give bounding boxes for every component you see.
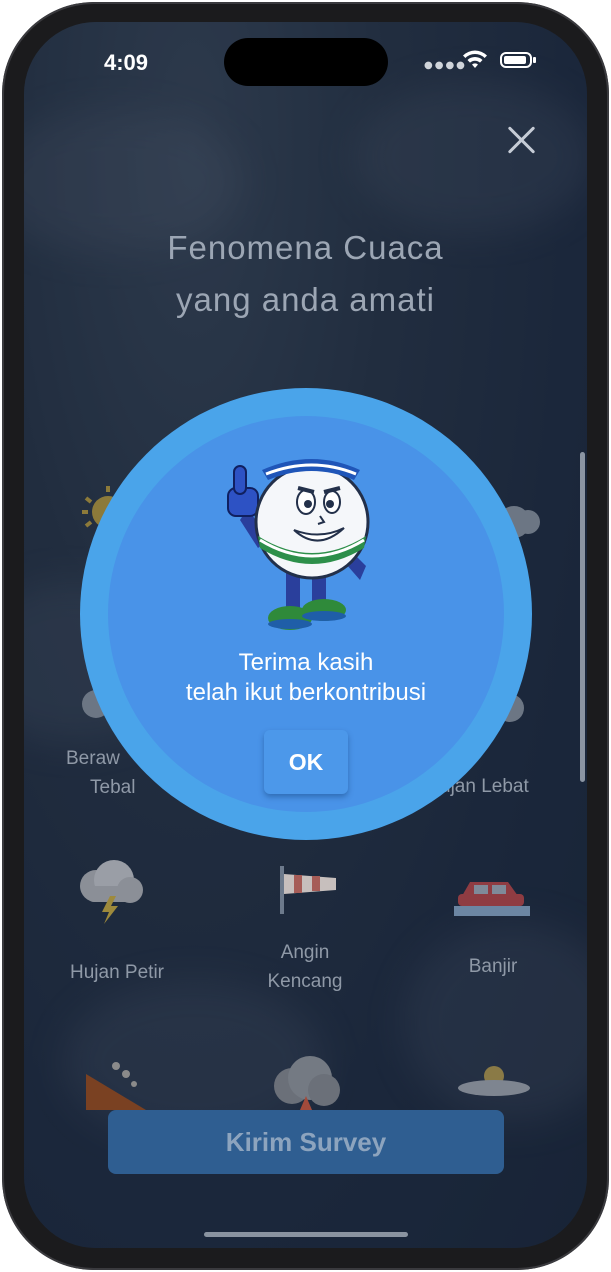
title-line-2: yang anda amati: [175, 281, 435, 318]
home-indicator[interactable]: [204, 1232, 408, 1237]
mascot-thumbs-up-icon: [227, 459, 370, 630]
tile-label-banjir[interactable]: Banjir: [418, 952, 568, 981]
eruption-cloud-icon[interactable]: [266, 1056, 346, 1110]
title-line-1: Fenomena Cuaca: [167, 229, 444, 266]
submit-survey-button[interactable]: Kirim Survey: [108, 1110, 504, 1174]
page-title: Fenomena Cuaca yang anda amati: [24, 222, 587, 326]
tile-label-hujan-petir[interactable]: Hujan Petir: [42, 958, 192, 987]
modal-message-line-2: telah ikut berkontribusi: [185, 679, 427, 706]
thunderstorm-icon[interactable]: [72, 856, 148, 926]
flood-car-icon[interactable]: [454, 872, 530, 918]
tile-label-line-2: Kencang: [267, 971, 343, 992]
close-icon[interactable]: [504, 122, 540, 158]
signal-dots-icon: ●●●●: [424, 60, 467, 71]
ok-button[interactable]: OK: [264, 730, 348, 794]
status-bar: 4:09 ●●●●: [24, 22, 587, 102]
wifi-icon: [463, 50, 487, 68]
sun-cloud-icon[interactable]: [456, 1062, 532, 1098]
tile-label-line-1: Angin: [280, 942, 330, 963]
dynamic-island: [224, 38, 388, 86]
modal-message: Terima kasih telah ikut berkontribusi: [124, 648, 488, 708]
windsock-icon[interactable]: [276, 864, 342, 916]
status-time: 4:09: [104, 50, 149, 75]
landslide-icon[interactable]: [86, 1054, 152, 1110]
modal-message-line-1: Terima kasih: [238, 649, 374, 676]
tile-label-angin-kencang[interactable]: Angin Kencang: [230, 938, 380, 996]
battery-tip: [533, 57, 536, 63]
battery-icon: [500, 52, 532, 68]
app-screen: 4:09 ●●●● Fenomena Cuaca yang anda amati…: [24, 22, 587, 1248]
scrollbar[interactable]: [580, 452, 585, 782]
